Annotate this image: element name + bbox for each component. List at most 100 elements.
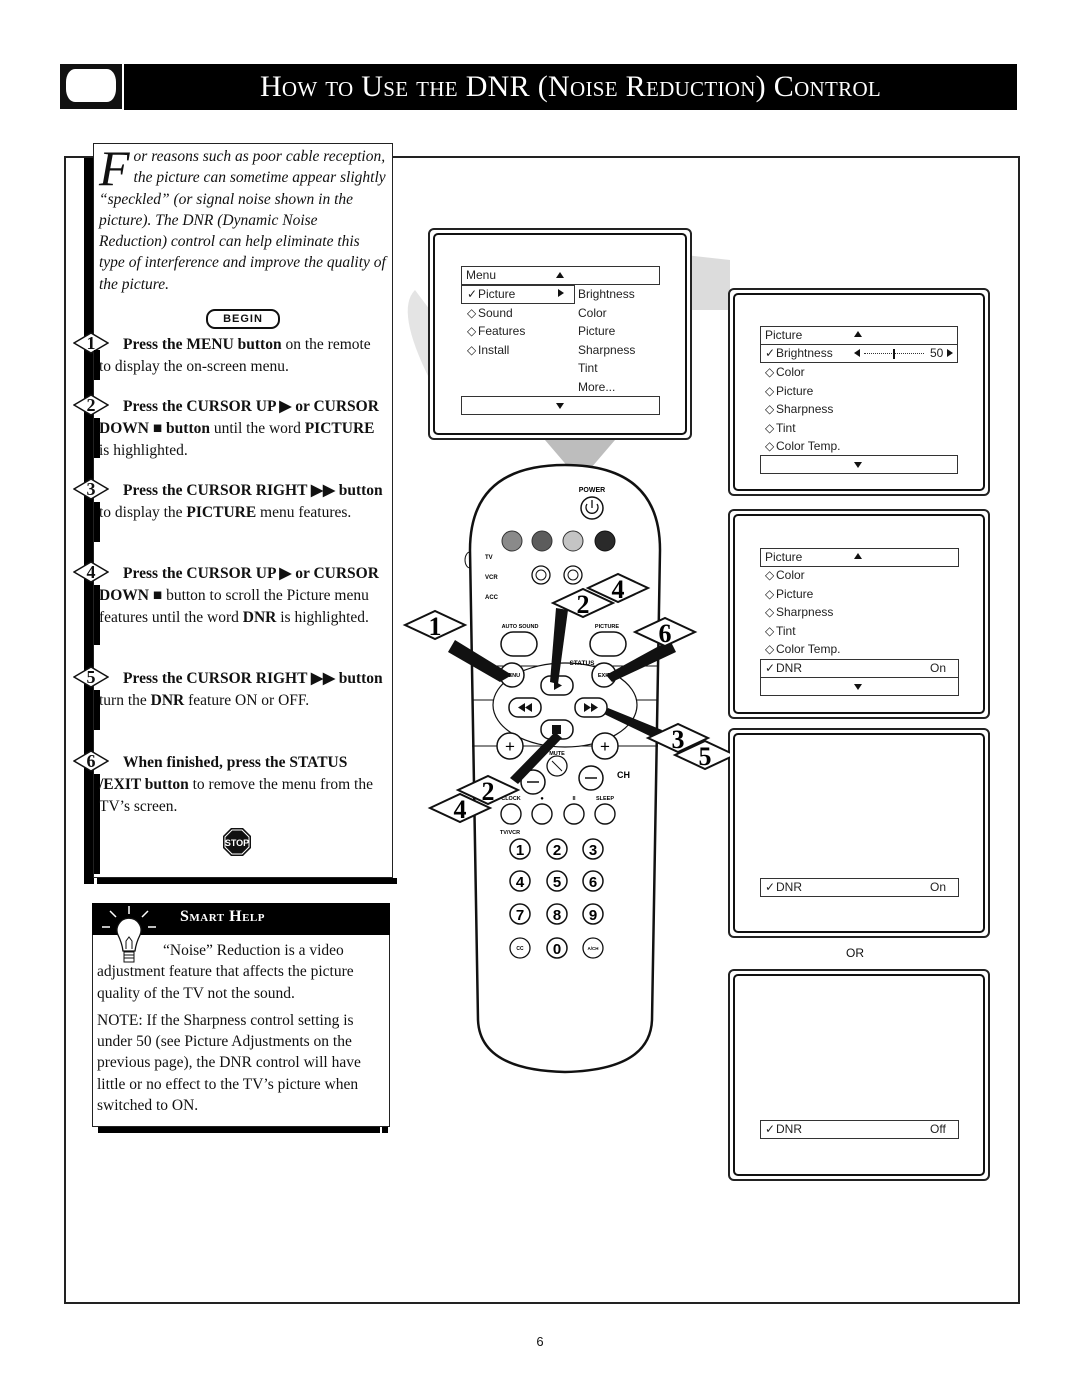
svg-text:2: 2 [577,590,590,619]
record-label: ● [540,796,544,802]
auto-sound-button[interactable] [500,631,538,657]
dnr-on-marker: ✓ [765,880,776,894]
color-button-4[interactable] [594,530,616,552]
digit-3-button[interactable]: 3 [582,838,604,860]
brightness-slider[interactable] [864,349,924,359]
color-button-3[interactable] [562,530,584,552]
menu-item[interactable]: Sharpness [776,401,833,418]
record-button[interactable] [531,803,553,825]
sleep-label: SLEEP [596,796,614,802]
digit-9-button[interactable]: 9 [582,903,604,925]
sleep-button[interactable] [594,803,616,825]
status-label: STATUS [569,660,595,667]
picture-header-label: Picture [765,328,803,342]
item-marker-icon: ◇ [467,324,477,338]
step-text: turn the [99,692,151,709]
step-text: to display the [99,504,187,521]
svg-text:1: 1 [429,612,442,641]
auto-sound-label: AUTO SOUND [502,624,539,630]
digit-6-button[interactable]: 6 [582,870,604,892]
mode-tv-label: TV [485,555,493,561]
digit-1-button[interactable]: 1 [509,838,531,860]
mode-vcr-label: VCR [485,575,498,581]
channel-down-button[interactable] [578,765,604,791]
svg-text:STOP: STOP [225,838,249,848]
menu-item[interactable]: Picture [776,383,813,400]
menu-item[interactable]: Color Temp. [776,438,840,455]
volume-up-button[interactable]: + [496,732,524,760]
intro-text: or reasons such as poor cable reception,… [99,148,386,293]
digit-5-button[interactable]: 5 [546,870,568,892]
picture-button[interactable] [589,631,627,657]
dnr-off-marker: ✓ [765,1122,776,1136]
picture-label: PICTURE [595,624,619,630]
scroll-down-icon [556,403,564,409]
cursor-left-button[interactable] [508,697,542,718]
menu-item[interactable]: Tint [776,420,796,437]
channel-up-button[interactable]: + [591,732,619,760]
page-number: 6 [536,1334,544,1349]
ach-button[interactable]: A/CH [582,937,604,959]
menu-item[interactable]: Picture [776,586,813,603]
menu-item[interactable]: Install [478,342,509,359]
step-5: Press the CURSOR RIGHT ▶▶ button turn th… [99,668,385,712]
color-button-1[interactable] [501,530,523,552]
item-marker-icon: ◇ [765,420,775,435]
submenu-item[interactable]: Sharpness [578,342,635,359]
color-button-2[interactable] [531,530,553,552]
svg-text:3: 3 [589,842,597,859]
digit-2-button[interactable]: 2 [546,838,568,860]
menu-item[interactable]: Color Temp. [776,641,840,658]
item-marker-icon: ◇ [765,402,775,416]
digit-7-button[interactable]: 7 [509,903,531,925]
smart-sound-button[interactable] [563,565,583,585]
menu-item[interactable]: Color [776,364,805,381]
increase-icon[interactable] [947,349,953,357]
digit-8-button[interactable]: 8 [546,903,568,925]
submenu-arrow-icon [558,289,564,297]
scroll-down-icon [854,684,862,690]
step-text: is highlighted. [276,609,369,626]
digit-0-button[interactable]: 0 [546,937,568,959]
svg-text:1: 1 [516,842,524,859]
help-shadow [98,1127,380,1133]
mute-button[interactable] [546,755,568,777]
step-text: DNR [150,692,185,709]
menu-item[interactable]: Picture [478,286,515,303]
cursor-right-button[interactable] [574,697,608,718]
item-marker-icon: ◇ [765,365,775,379]
submenu-item[interactable]: Brightness [578,286,635,303]
tvvcr-label: TV/VCR [500,830,520,836]
power-button[interactable] [580,496,604,520]
menu-item[interactable]: Tint [776,623,796,640]
smart-help-text: “Noise” Reduction is a video adjustment … [97,940,385,1122]
item-marker-icon: ◇ [467,342,477,357]
submenu-item[interactable]: Picture [578,323,615,340]
svg-text:2: 2 [482,777,495,806]
decrease-icon[interactable] [854,349,860,357]
menu-item[interactable]: Sound [478,305,513,322]
slider-thumb[interactable] [893,349,895,359]
svg-text:6: 6 [589,874,597,891]
item-marker-icon: ✓ [467,287,478,301]
submenu-item[interactable]: More... [578,379,615,396]
dnr-marker: ✓ [765,661,776,675]
remote-control: POWER TV VCR ACC AUTO SOUND PICTURE STAT… [402,463,730,1074]
step-text: is highlighted. [99,442,188,459]
menu-item[interactable]: Sharpness [776,604,833,621]
submenu-item[interactable]: Tint [578,360,598,377]
svg-text:5: 5 [553,874,561,891]
dnr-menu-header-label: Picture [765,550,803,564]
step-text: Press the CURSOR RIGHT ▶▶ button [123,482,383,499]
menu-item[interactable]: Color [776,567,805,584]
scroll-up-icon [556,272,564,278]
brightness-marker: ✓ [765,346,776,360]
digit-4-button[interactable]: 4 [509,870,531,892]
clock-button[interactable] [500,803,522,825]
menu-item[interactable]: Features [478,323,525,340]
page-title: How to Use the DNR (Noise Reduction) Con… [124,64,1017,110]
submenu-item[interactable]: Color [578,305,607,322]
cc-button[interactable]: CC [509,937,531,959]
pause-button[interactable] [563,803,585,825]
smart-picture-button[interactable] [531,565,551,585]
